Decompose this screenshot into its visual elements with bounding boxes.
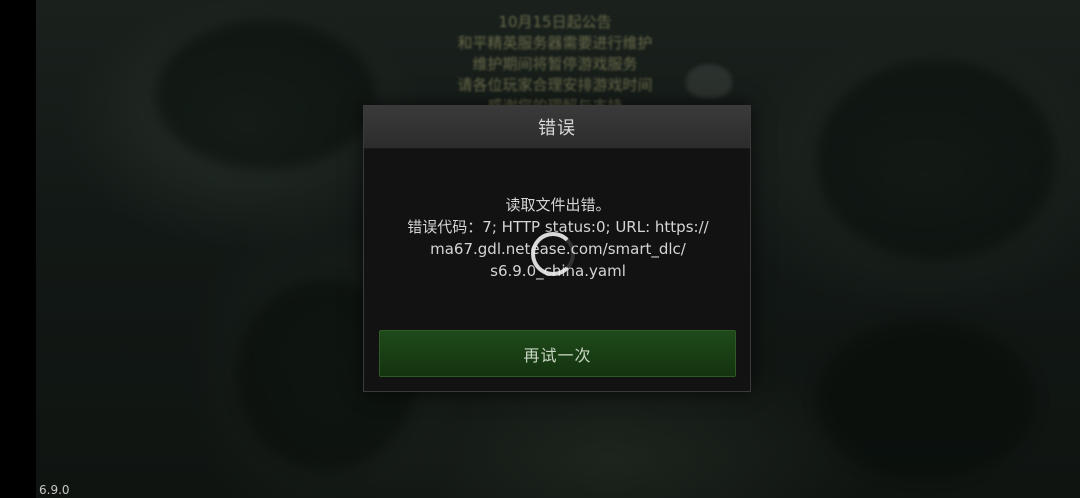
- retry-button[interactable]: 再试一次: [379, 330, 736, 377]
- version-label: 6.9.0: [39, 483, 70, 497]
- left-screen-edge: [0, 0, 36, 498]
- error-message-line: 读取文件出错。: [505, 196, 611, 214]
- retry-button-label: 再试一次: [523, 345, 592, 365]
- announcement-line: 请各位玩家合理安排游戏时间: [457, 76, 653, 94]
- loading-spinner-icon: [531, 232, 575, 276]
- background-foliage: [156, 20, 376, 170]
- announcement-line: 和平精英服务器需要进行维护: [457, 34, 653, 52]
- bird-silhouette: [686, 64, 732, 98]
- dialog-title: 错误: [538, 118, 576, 139]
- announcement-line: 10月15日起公告: [498, 13, 612, 31]
- announcement-line: 维护期间将暂停游戏服务: [472, 55, 638, 73]
- background-foliage: [816, 320, 1036, 480]
- dialog-header: 错误: [364, 106, 750, 149]
- background-foliage: [816, 60, 1056, 260]
- background-announcement: 10月15日起公告 和平精英服务器需要进行维护 维护期间将暂停游戏服务 请各位玩…: [440, 12, 670, 117]
- game-launch-screen: 10月15日起公告 和平精英服务器需要进行维护 维护期间将暂停游戏服务 请各位玩…: [0, 0, 1080, 498]
